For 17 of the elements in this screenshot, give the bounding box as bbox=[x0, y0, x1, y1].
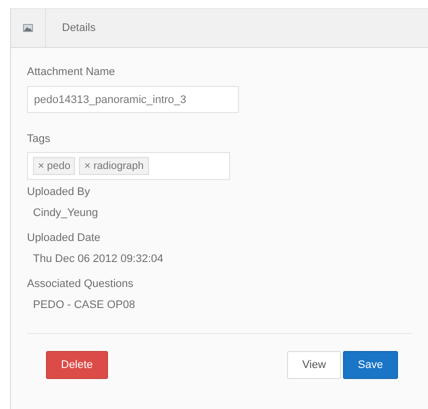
panel-title: Details bbox=[61, 22, 96, 34]
field-value: Cindy_Yeung bbox=[33, 206, 100, 221]
name-field[interactable]: pedo14313_panoramic_intro_3 bbox=[27, 86, 239, 113]
image-icon bbox=[23, 24, 33, 32]
tag-chip[interactable]: × pedo bbox=[33, 157, 76, 175]
field-label: Attachment Name bbox=[27, 65, 116, 80]
field-label: Uploaded By bbox=[27, 185, 91, 200]
tag-chip[interactable]: × radiograph bbox=[79, 157, 149, 175]
save-button[interactable]: Save bbox=[342, 351, 398, 379]
tags-field[interactable]: × pedo × radiograph bbox=[27, 152, 230, 180]
field-label: Tags bbox=[27, 132, 52, 147]
delete-button[interactable]: Delete bbox=[46, 351, 108, 379]
field-value: Thu Dec 06 2012 09:32:04 bbox=[33, 252, 164, 267]
field-label: Uploaded Date bbox=[27, 231, 102, 246]
field-label: Associated Questions bbox=[27, 277, 134, 292]
field-value: PEDO - CASE OP08 bbox=[33, 298, 136, 313]
view-button[interactable]: View bbox=[287, 351, 341, 379]
